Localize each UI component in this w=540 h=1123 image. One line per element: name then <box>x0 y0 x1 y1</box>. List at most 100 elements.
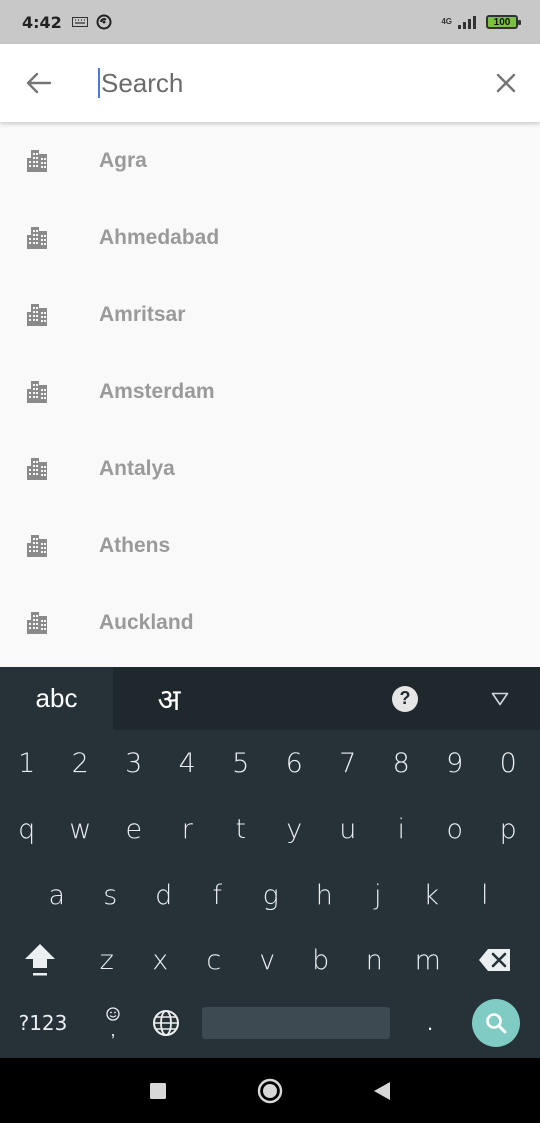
key-c[interactable]: c <box>187 927 241 993</box>
sync-status-icon <box>96 14 112 30</box>
result-label: Athens <box>99 533 171 557</box>
language-key[interactable] <box>140 1009 192 1037</box>
globe-icon <box>153 1010 179 1036</box>
network-indicator: 4G <box>441 18 452 26</box>
keyboard-row-a: a s d f g h j k l <box>0 862 540 928</box>
result-label: Agra <box>99 148 147 172</box>
keyboard-collapse-button[interactable] <box>480 667 520 730</box>
result-item-auckland[interactable]: Auckland <box>0 584 540 661</box>
key-1[interactable]: 1 <box>0 730 54 796</box>
recents-button[interactable] <box>102 1082 214 1099</box>
network-label: 4G <box>441 17 452 26</box>
key-y[interactable]: y <box>268 796 322 862</box>
shift-key[interactable] <box>0 927 80 993</box>
keyboard-topbar: abc अ ? <box>0 667 540 730</box>
result-label: Auckland <box>99 610 194 634</box>
result-item-ahmedabad[interactable]: Ahmedabad <box>0 199 540 276</box>
result-label: Antalya <box>99 456 175 480</box>
triangle-down-icon <box>491 692 509 705</box>
key-u[interactable]: u <box>321 796 375 862</box>
emoji-comma-key[interactable]: , <box>86 1007 140 1039</box>
signal-icon <box>458 16 476 29</box>
status-right: 4G 100 <box>441 15 521 29</box>
city-icon <box>0 302 78 328</box>
key-h[interactable]: h <box>298 862 352 928</box>
key-0[interactable]: 0 <box>482 730 536 796</box>
battery-level: 100 <box>493 16 511 28</box>
key-8[interactable]: 8 <box>375 730 429 796</box>
key-d[interactable]: d <box>137 862 191 928</box>
key-j[interactable]: j <box>351 862 405 928</box>
keyboard-tab-abc[interactable]: abc <box>0 667 113 730</box>
result-item-agra[interactable]: Agra <box>0 122 540 199</box>
status-time: 4:42 <box>22 12 62 32</box>
keyboard-row-bottom: ?123 , . <box>0 990 540 1056</box>
result-item-antalya[interactable]: Antalya <box>0 430 540 507</box>
result-label: Amritsar <box>99 302 186 326</box>
keyboard-notification-icon <box>71 17 88 27</box>
key-9[interactable]: 9 <box>428 730 482 796</box>
key-i[interactable]: i <box>375 796 429 862</box>
keyboard-search-button[interactable] <box>472 999 520 1047</box>
result-item-amsterdam[interactable]: Amsterdam <box>0 353 540 430</box>
city-icon <box>0 225 78 251</box>
key-r[interactable]: r <box>161 796 215 862</box>
status-left-icons <box>71 14 112 30</box>
key-o[interactable]: o <box>428 796 482 862</box>
city-icon <box>0 148 78 174</box>
keyboard: abc अ ? 1 2 3 4 5 6 7 8 9 0 q w e r t y … <box>0 667 540 1058</box>
key-7[interactable]: 7 <box>321 730 375 796</box>
city-icon <box>0 533 78 559</box>
key-v[interactable]: v <box>241 927 295 993</box>
key-q[interactable]: q <box>0 796 54 862</box>
close-icon <box>496 73 516 93</box>
key-n[interactable]: n <box>348 927 402 993</box>
key-b[interactable]: b <box>294 927 348 993</box>
backspace-key[interactable] <box>455 927 535 993</box>
system-nav-bar <box>0 1058 540 1123</box>
key-g[interactable]: g <box>244 862 298 928</box>
key-4[interactable]: 4 <box>161 730 215 796</box>
shift-icon <box>25 944 55 976</box>
key-2[interactable]: 2 <box>54 730 108 796</box>
key-f[interactable]: f <box>191 862 245 928</box>
symbols-key[interactable]: ?123 <box>0 1011 86 1035</box>
key-k[interactable]: k <box>405 862 459 928</box>
key-t[interactable]: t <box>214 796 268 862</box>
results-list: Agra Ahmedabad Amritsar Amsterdam Antaly… <box>0 122 540 667</box>
space-key[interactable] <box>202 1007 390 1039</box>
home-button[interactable] <box>214 1078 326 1104</box>
key-s[interactable]: s <box>84 862 138 928</box>
back-button[interactable] <box>0 44 78 122</box>
keyboard-row-z: z x c v b n m <box>0 927 540 993</box>
circle-icon <box>257 1078 283 1103</box>
search-input[interactable] <box>98 68 473 98</box>
emoji-icon <box>106 1007 120 1021</box>
result-item-amritsar[interactable]: Amritsar <box>0 276 540 353</box>
key-6[interactable]: 6 <box>268 730 322 796</box>
key-p[interactable]: p <box>482 796 536 862</box>
key-x[interactable]: x <box>134 927 188 993</box>
keyboard-row-q: q w e r t y u i o p <box>0 796 540 862</box>
square-icon <box>150 1082 166 1099</box>
comma-label: , <box>110 1020 116 1040</box>
clear-button[interactable] <box>473 44 539 122</box>
status-bar: 4:42 4G 100 <box>0 0 540 44</box>
help-icon[interactable]: ? <box>392 685 418 712</box>
back-nav-button[interactable] <box>326 1081 438 1100</box>
key-5[interactable]: 5 <box>214 730 268 796</box>
triangle-back-icon <box>374 1081 390 1100</box>
key-a[interactable]: a <box>30 862 84 928</box>
search-header <box>0 44 540 122</box>
period-key[interactable]: . <box>390 1010 470 1036</box>
key-e[interactable]: e <box>107 796 161 862</box>
key-m[interactable]: m <box>401 927 455 993</box>
keyboard-tab-hindi[interactable]: अ <box>113 667 225 730</box>
key-3[interactable]: 3 <box>107 730 161 796</box>
key-w[interactable]: w <box>54 796 108 862</box>
search-input-wrap <box>78 44 473 122</box>
result-item-athens[interactable]: Athens <box>0 507 540 584</box>
key-l[interactable]: l <box>458 862 512 928</box>
key-z[interactable]: z <box>80 927 134 993</box>
backspace-icon <box>478 949 510 971</box>
